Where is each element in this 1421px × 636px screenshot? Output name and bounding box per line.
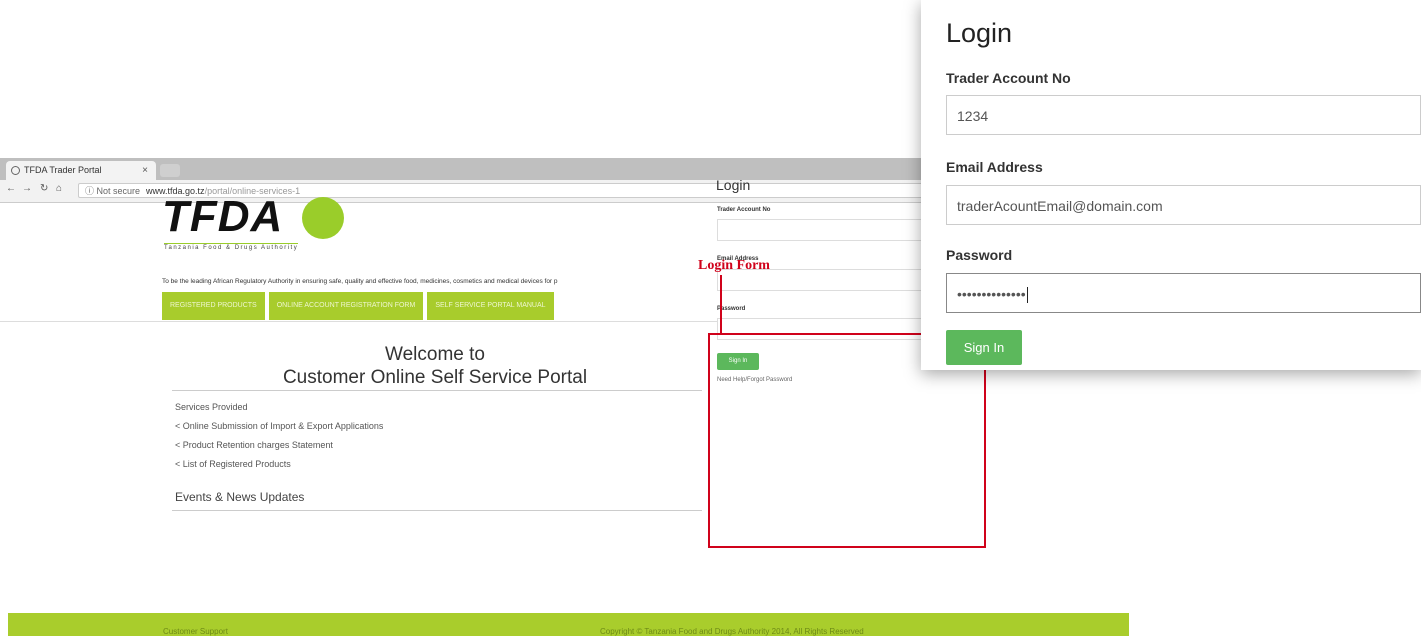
welcome-line-1: Welcome to bbox=[385, 344, 485, 365]
tfda-logo[interactable]: TFDA Tanzania Food & Drugs Authority bbox=[162, 193, 362, 253]
back-icon[interactable]: ← bbox=[6, 183, 16, 194]
tagline: To be the leading African Regulatory Aut… bbox=[162, 278, 558, 285]
events-divider bbox=[172, 510, 702, 511]
menu-self-service-manual[interactable]: SELF SERVICE PORTAL MANUAL bbox=[427, 292, 554, 320]
copyright-text: Copyright © Tanzania Food and Drugs Auth… bbox=[600, 627, 864, 636]
favicon-icon bbox=[11, 166, 20, 175]
login-title: Login bbox=[946, 18, 1013, 48]
email-input[interactable]: traderAcountEmail@domain.com bbox=[946, 185, 1421, 225]
password-value: •••••••••••••• bbox=[957, 286, 1026, 302]
services-heading: Services Provided bbox=[175, 402, 248, 412]
password-input[interactable]: •••••••••••••• bbox=[946, 273, 1421, 313]
security-indicator[interactable]: ⓘ Not secure bbox=[85, 186, 140, 196]
forward-icon[interactable]: → bbox=[22, 183, 32, 194]
welcome-heading: Welcome to Customer Online Self Service … bbox=[170, 343, 700, 389]
service-item[interactable]: < List of Registered Products bbox=[175, 455, 383, 474]
login-title: Login bbox=[716, 177, 751, 193]
trader-account-label: Trader Account No bbox=[717, 207, 771, 213]
trader-account-input[interactable]: 1234 bbox=[946, 95, 1421, 135]
login-form-zoomed: Login Trader Account No 1234 Email Addre… bbox=[921, 0, 1421, 370]
new-tab-button[interactable] bbox=[160, 164, 180, 177]
sign-in-button[interactable]: Sign In bbox=[946, 330, 1022, 365]
welcome-divider bbox=[172, 390, 702, 391]
welcome-line-2: Customer Online Self Service Portal bbox=[282, 367, 588, 388]
password-label: Password bbox=[946, 247, 1013, 263]
email-label: Email Address bbox=[946, 159, 1043, 175]
customer-support-link[interactable]: Customer Support bbox=[163, 627, 228, 636]
annotation-label: Login Form bbox=[698, 258, 770, 273]
reload-icon[interactable]: ↻ bbox=[40, 183, 48, 194]
logo-text: TFDA bbox=[162, 192, 284, 241]
menu-registered-products[interactable]: REGISTERED PRODUCTS bbox=[162, 292, 265, 320]
text-caret bbox=[1026, 287, 1028, 304]
trader-account-label: Trader Account No bbox=[946, 70, 1071, 86]
browser-tab[interactable]: TFDA Trader Portal × bbox=[6, 161, 156, 180]
close-tab-icon[interactable]: × bbox=[142, 161, 148, 180]
leaf-icon bbox=[302, 197, 344, 239]
service-item[interactable]: < Online Submission of Import & Export A… bbox=[175, 417, 383, 436]
logo-subtitle: Tanzania Food & Drugs Authority bbox=[164, 243, 299, 251]
main-menu: REGISTERED PRODUCTS ONLINE ACCOUNT REGIS… bbox=[162, 292, 554, 320]
home-icon[interactable]: ⌂ bbox=[56, 183, 62, 194]
tab-title: TFDA Trader Portal bbox=[24, 165, 102, 175]
menu-online-account-registration[interactable]: ONLINE ACCOUNT REGISTRATION FORM bbox=[268, 292, 424, 320]
services-list: Services Provided < Online Submission of… bbox=[175, 398, 383, 474]
annotation-pointer bbox=[720, 275, 722, 335]
service-item[interactable]: < Product Retention charges Statement bbox=[175, 436, 383, 455]
events-title: Events & News Updates bbox=[175, 490, 305, 504]
site-footer: Customer Support Copyright © Tanzania Fo… bbox=[8, 613, 1129, 636]
